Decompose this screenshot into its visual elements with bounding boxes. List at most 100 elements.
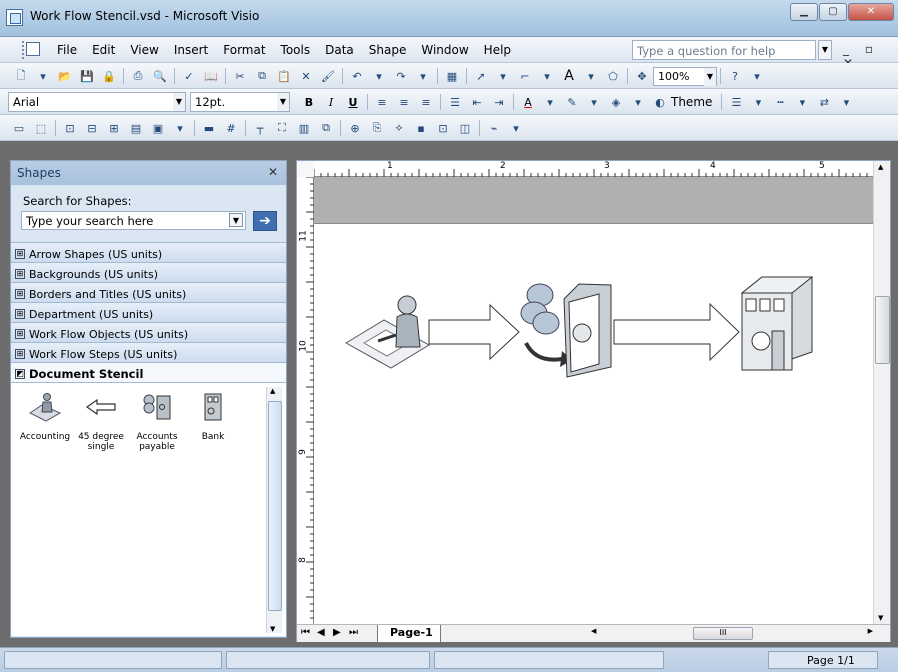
stencil-department[interactable]: ⊞ Department (US units) <box>11 302 286 322</box>
zoom-in-icon[interactable]: ⊕ <box>347 120 363 136</box>
spelling-icon[interactable]: ✓ <box>181 68 197 84</box>
stencil-backgrounds[interactable]: ⊞ Backgrounds (US units) <box>11 262 286 282</box>
guide-icon[interactable]: ┬ <box>252 120 268 136</box>
print-preview-icon[interactable]: 🔍 <box>152 68 168 84</box>
research-icon[interactable]: 📖 <box>203 68 219 84</box>
pan-zoom-icon[interactable]: ✥ <box>634 68 650 84</box>
undo-dropdown-icon[interactable]: ▾ <box>371 68 387 84</box>
line-weight-dropdown-icon[interactable]: ▾ <box>750 94 766 110</box>
line-ends-dropdown-icon[interactable]: ▾ <box>838 94 854 110</box>
bank-shape[interactable] <box>740 276 814 371</box>
connection-points-icon[interactable]: ⛶ <box>274 120 290 136</box>
master-accounts-payable[interactable]: Accounts payable <box>129 391 185 452</box>
close-button[interactable]: ✕ <box>848 3 894 21</box>
bullets-icon[interactable]: ☰ <box>447 94 463 110</box>
horizontal-scroll-thumb[interactable]: III <box>693 627 753 640</box>
next-page-icon[interactable]: ▶ <box>333 627 341 638</box>
open-folder-icon[interactable]: 📂 <box>57 68 73 84</box>
fill-color-dropdown-icon[interactable]: ▾ <box>630 94 646 110</box>
increase-indent-icon[interactable]: ⇥ <box>491 94 507 110</box>
permission-icon[interactable]: 🔒 <box>101 68 117 84</box>
text-tool-icon[interactable]: A <box>561 68 577 84</box>
scroll-right-icon[interactable]: ▶ <box>868 627 873 635</box>
zoom-select[interactable]: 100% ▼ <box>653 66 717 86</box>
master-bank[interactable]: Bank <box>185 391 241 442</box>
stencil-arrow-shapes[interactable]: ⊞ Arrow Shapes (US units) <box>11 242 286 262</box>
undo-icon[interactable]: ↶ <box>349 68 365 84</box>
drawing-tools-icon[interactable]: ⬠ <box>605 68 621 84</box>
flow-arrow-1[interactable] <box>428 303 520 361</box>
first-page-icon[interactable]: ⏮ <box>301 627 310 638</box>
toolbar3-options-icon[interactable]: ▾ <box>508 120 524 136</box>
paste-icon[interactable]: 📋 <box>276 68 292 84</box>
ruler-icon[interactable]: ▬ <box>201 120 217 136</box>
font-dropdown-icon[interactable]: ▼ <box>173 93 185 111</box>
line-color-dropdown-icon[interactable]: ▾ <box>586 94 602 110</box>
align-right-icon[interactable]: ≡ <box>418 94 434 110</box>
line-pattern-icon[interactable]: ┅ <box>772 94 788 110</box>
print-icon[interactable]: ⎙ <box>130 68 146 84</box>
last-page-icon[interactable]: ⏭ <box>349 627 358 638</box>
font-color-dropdown-icon[interactable]: ▾ <box>542 94 558 110</box>
search-go-button[interactable]: ➔ <box>253 211 277 231</box>
view-icon[interactable]: ◫ <box>457 120 473 136</box>
copy-icon[interactable]: ⧉ <box>254 68 270 84</box>
window-icon[interactable]: ⊡ <box>435 120 451 136</box>
dropdown-icon[interactable]: ▾ <box>35 68 51 84</box>
stencil-borders-titles[interactable]: ⊞ Borders and Titles (US units) <box>11 282 286 302</box>
text-dropdown-icon[interactable]: ▾ <box>583 68 599 84</box>
format-painter-icon[interactable]: 🖌 <box>320 68 336 84</box>
menu-window[interactable]: Window <box>421 43 468 57</box>
font-size-select[interactable]: 12pt. ▼ <box>190 92 290 112</box>
accounts-payable-shape[interactable] <box>520 283 612 378</box>
vertical-scroll-thumb[interactable] <box>875 296 890 364</box>
menu-data[interactable]: Data <box>325 43 354 57</box>
connector-dropdown-icon[interactable]: ▾ <box>539 68 555 84</box>
minimize-button[interactable]: ▁ <box>790 3 818 21</box>
toolbar-options-icon[interactable]: ▾ <box>749 68 765 84</box>
stencil-work-flow-steps[interactable]: ⊞ Work Flow Steps (US units) <box>11 342 286 362</box>
font-size-dropdown-icon[interactable]: ▼ <box>277 93 289 111</box>
scroll-down-icon[interactable]: ▼ <box>270 625 275 633</box>
menu-tools[interactable]: Tools <box>281 43 311 57</box>
vertical-scrollbar[interactable]: ▲ ▼ <box>873 161 890 624</box>
layer-icon[interactable]: ⧉ <box>318 120 334 136</box>
shape-icon[interactable]: ▪ <box>413 120 429 136</box>
drawing-canvas[interactable] <box>314 177 874 624</box>
theme-icon[interactable]: ◐ <box>652 94 668 110</box>
menu-help[interactable]: Help <box>484 43 511 57</box>
horizontal-scrollbar[interactable]: ◀ III ▶ <box>589 626 875 641</box>
close-icon[interactable]: ✕ <box>268 165 278 179</box>
horizontal-ruler[interactable]: 1 2 3 4 5 <box>314 161 874 177</box>
search-input[interactable]: Type your search here <box>21 211 246 230</box>
flow-arrow-2[interactable] <box>613 302 740 362</box>
redo-icon[interactable]: ↷ <box>393 68 409 84</box>
pointer-tool-icon[interactable]: ➚ <box>473 68 489 84</box>
options-dropdown-icon[interactable]: ▾ <box>172 120 188 136</box>
stamp-icon[interactable]: ⎘ <box>369 120 385 136</box>
fill-color-icon[interactable]: ◈ <box>608 94 624 110</box>
stencil-scroll-thumb[interactable] <box>268 401 282 611</box>
menu-file[interactable]: File <box>57 43 77 57</box>
grid-icon[interactable]: ⊞ <box>106 120 122 136</box>
macro-icon[interactable]: ⌁ <box>486 120 502 136</box>
pointer-select-icon[interactable]: ⬚ <box>33 120 49 136</box>
page-icon[interactable]: ▭ <box>11 120 27 136</box>
text-block-icon[interactable]: ▥ <box>296 120 312 136</box>
scroll-left-icon[interactable]: ◀ <box>591 627 596 635</box>
menu-edit[interactable]: Edit <box>92 43 115 57</box>
line-weight-icon[interactable]: ☰ <box>728 94 744 110</box>
connector-tool-icon[interactable]: ⌐ <box>517 68 533 84</box>
menu-insert[interactable]: Insert <box>174 43 208 57</box>
vertical-ruler[interactable]: 11 10 9 8 <box>297 177 314 624</box>
new-document-icon[interactable]: 🗋 <box>13 68 29 84</box>
italic-icon[interactable]: I <box>323 94 339 110</box>
group-icon[interactable]: ⊡ <box>62 120 78 136</box>
line-pattern-dropdown-icon[interactable]: ▾ <box>794 94 810 110</box>
ungroup-icon[interactable]: ⊟ <box>84 120 100 136</box>
maximize-button[interactable]: ▢ <box>819 3 847 21</box>
line-color-icon[interactable]: ✎ <box>564 94 580 110</box>
shapes-window-icon[interactable]: ▦ <box>444 68 460 84</box>
document-icon[interactable] <box>26 42 40 56</box>
line-ends-icon[interactable]: ⇄ <box>816 94 832 110</box>
